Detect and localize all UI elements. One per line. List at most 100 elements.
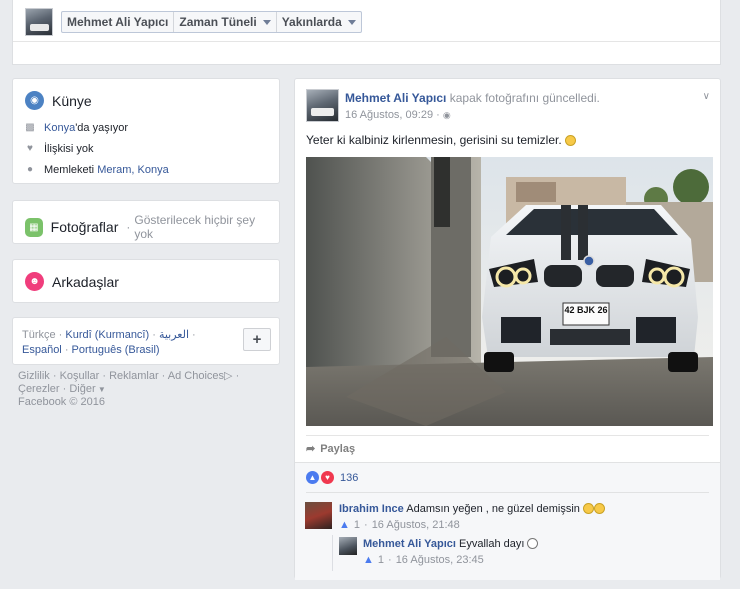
lang-kurdish[interactable]: Kurdî (Kurmancî) bbox=[65, 329, 149, 341]
tab-timeline[interactable]: Zaman Tüneli bbox=[174, 12, 277, 32]
post-photo[interactable]: 42 BJK 26 bbox=[306, 157, 713, 426]
footer-link-ad-choices[interactable]: Ad Choices bbox=[168, 370, 224, 382]
photo-icon: ▦ bbox=[25, 217, 43, 237]
section-title: Fotoğraflar bbox=[50, 219, 119, 235]
post-timestamp-row: 16 Ağustos, 09:29 · ◉ bbox=[345, 109, 451, 121]
separator-dot: · bbox=[364, 519, 368, 531]
post-text-content: Yeter ki kalbiniz kirlenmesin, gerisini … bbox=[306, 133, 562, 147]
footer-link-ads[interactable]: Reklamlar bbox=[109, 370, 159, 382]
commenter-avatar[interactable] bbox=[339, 537, 357, 555]
reply-thread-line bbox=[332, 535, 333, 571]
tab-profile-name[interactable]: Mehmet Ali Yapıcı bbox=[62, 12, 175, 32]
separator-dot: · bbox=[49, 370, 60, 382]
like-icon[interactable]: ▲ bbox=[363, 554, 374, 566]
intro-title[interactable]: ◉ Künye bbox=[25, 91, 267, 110]
lang-turkish: Türkçe bbox=[22, 329, 56, 341]
comment-body: Mehmet Ali Yapıcı Eyvallah dayı ▲ 1 · 16… bbox=[363, 538, 703, 566]
separator-dot: · bbox=[436, 109, 440, 121]
page-footer: Gizlilik · Koşullar · Reklamlar · Ad Cho… bbox=[18, 370, 278, 409]
lives-suffix: 'da yaşıyor bbox=[75, 122, 129, 134]
comment-meta: ▲ 1 · 16 Ağustos, 21:48 bbox=[339, 519, 699, 531]
comment-author[interactable]: Ibrahim Ince bbox=[339, 503, 404, 515]
comment-body: Ibrahim Ince Adamsın yeğen , ne güzel de… bbox=[339, 503, 699, 531]
post-header: Mehmet Ali Yapıcı kapak fotoğrafını günc… bbox=[345, 91, 600, 105]
lang-arabic[interactable]: العربية bbox=[159, 329, 189, 341]
globe-icon: ◉ bbox=[442, 110, 451, 120]
footer-link-cookies[interactable]: Çerezler bbox=[18, 383, 60, 395]
post-timestamp[interactable]: 16 Ağustos, 09:29 bbox=[345, 109, 433, 121]
city-link[interactable]: Konya bbox=[44, 122, 75, 134]
copyright: Facebook © 2016 bbox=[18, 396, 105, 408]
add-language-button[interactable]: + bbox=[243, 328, 271, 351]
hometown-link[interactable]: Meram, Konya bbox=[97, 164, 169, 176]
separator-dot: · bbox=[158, 370, 168, 382]
chevron-down-icon bbox=[347, 19, 356, 25]
share-label: Paylaş bbox=[320, 442, 356, 455]
comment-timestamp[interactable]: 16 Ağustos, 21:48 bbox=[372, 519, 460, 531]
building-icon: ▩ bbox=[25, 122, 35, 133]
laughing-emoji-icon bbox=[593, 503, 605, 514]
divider bbox=[306, 492, 709, 493]
share-button[interactable]: ➦ Paylaş bbox=[306, 442, 356, 456]
comment-text: Eyvallah dayı bbox=[458, 538, 525, 550]
chevron-down-icon bbox=[262, 19, 271, 25]
post-card: Mehmet Ali Yapıcı kapak fotoğrafını günc… bbox=[294, 78, 721, 580]
plus-icon: + bbox=[252, 331, 262, 348]
tab-label: Yakınlarda bbox=[281, 15, 342, 29]
section-title: Künye bbox=[52, 92, 92, 109]
profile-tabs: Mehmet Ali Yapıcı Zaman Tüneli Yakınlard… bbox=[61, 11, 362, 33]
separator-dot: · bbox=[189, 329, 196, 341]
post-author-avatar[interactable] bbox=[306, 89, 339, 122]
photos-title[interactable]: ▦ Fotoğraflar · Gösterilecek hiçbir şey … bbox=[25, 213, 267, 241]
footer-link-more[interactable]: Diğer bbox=[69, 383, 95, 395]
post-action: kapak fotoğrafını güncelledi. bbox=[449, 91, 600, 105]
commenter-avatar[interactable] bbox=[305, 502, 332, 529]
chevron-down-icon: ▼ bbox=[95, 385, 106, 394]
comment-like-count: 1 bbox=[377, 554, 385, 566]
lang-portuguese[interactable]: Português (Brasil) bbox=[72, 344, 160, 356]
profile-thumbnail[interactable] bbox=[25, 8, 53, 36]
comment-like-count: 1 bbox=[353, 519, 361, 531]
comment-timestamp[interactable]: 16 Ağustos, 23:45 bbox=[396, 554, 484, 566]
friends-icon: ☻ bbox=[25, 272, 44, 291]
relationship-row: ♥ İlişkisi yok bbox=[25, 143, 267, 155]
share-arrow-icon: ➦ bbox=[306, 443, 316, 455]
like-reaction-icon: ▲ bbox=[306, 471, 319, 484]
separator-dot: · bbox=[59, 383, 70, 395]
photos-card: ▦ Fotoğraflar · Gösterilecek hiçbir şey … bbox=[12, 200, 280, 244]
like-icon[interactable]: ▲ bbox=[339, 519, 350, 531]
globe-icon: ◉ bbox=[25, 91, 44, 110]
separator-dot: · bbox=[232, 370, 240, 382]
footer-link-terms[interactable]: Koşullar bbox=[60, 370, 100, 382]
comment-author[interactable]: Mehmet Ali Yapıcı bbox=[363, 538, 456, 550]
divider bbox=[13, 41, 720, 42]
comment-meta: ▲ 1 · 16 Ağustos, 23:45 bbox=[363, 554, 703, 566]
reaction-summary[interactable]: ▲ ♥ 136 bbox=[306, 471, 358, 484]
hometown-row: ● Memleketi Meram, Konya bbox=[25, 164, 267, 176]
section-title: Arkadaşlar bbox=[52, 273, 119, 290]
car-photo-image: 42 BJK 26 bbox=[306, 157, 713, 426]
separator-dot: · bbox=[126, 220, 131, 234]
separator-dot: · bbox=[61, 344, 72, 356]
post-author-name[interactable]: Mehmet Ali Yapıcı bbox=[345, 91, 446, 105]
photos-empty-text: Gösterilecek hiçbir şey yok bbox=[134, 213, 256, 241]
footer-link-privacy[interactable]: Gizlilik bbox=[18, 370, 50, 382]
relationship-text: İlişkisi yok bbox=[44, 143, 94, 155]
language-card: Türkçe · Kurdî (Kurmancî) · العربية · Es… bbox=[12, 317, 280, 365]
separator-dot: · bbox=[99, 370, 110, 382]
smile-emoji-icon bbox=[565, 135, 576, 146]
language-list: Türkçe · Kurdî (Kurmancî) · العربية · Es… bbox=[22, 328, 232, 358]
reaction-count: 136 bbox=[340, 471, 359, 484]
heart-icon: ♥ bbox=[27, 143, 33, 154]
tab-label: Zaman Tüneli bbox=[179, 15, 257, 29]
laughing-emoji-icon bbox=[582, 503, 594, 514]
friends-card: ☻ Arkadaşlar bbox=[12, 259, 280, 303]
tab-nearby[interactable]: Yakınlarda bbox=[277, 12, 361, 32]
footer-links: Gizlilik · Koşullar · Reklamlar · Ad Cho… bbox=[18, 370, 278, 396]
reactions-and-comments: ▲ ♥ 136 Ibrahim Ince Adamsın yeğen , ne … bbox=[295, 462, 720, 580]
post-options-icon[interactable]: ∨ bbox=[703, 91, 710, 102]
profile-nav-bar: Mehmet Ali Yapıcı Zaman Tüneli Yakınlard… bbox=[12, 0, 721, 65]
separator-dot: · bbox=[149, 329, 159, 341]
lang-spanish[interactable]: Español bbox=[22, 344, 62, 356]
friends-title[interactable]: ☻ Arkadaşlar bbox=[25, 272, 267, 291]
